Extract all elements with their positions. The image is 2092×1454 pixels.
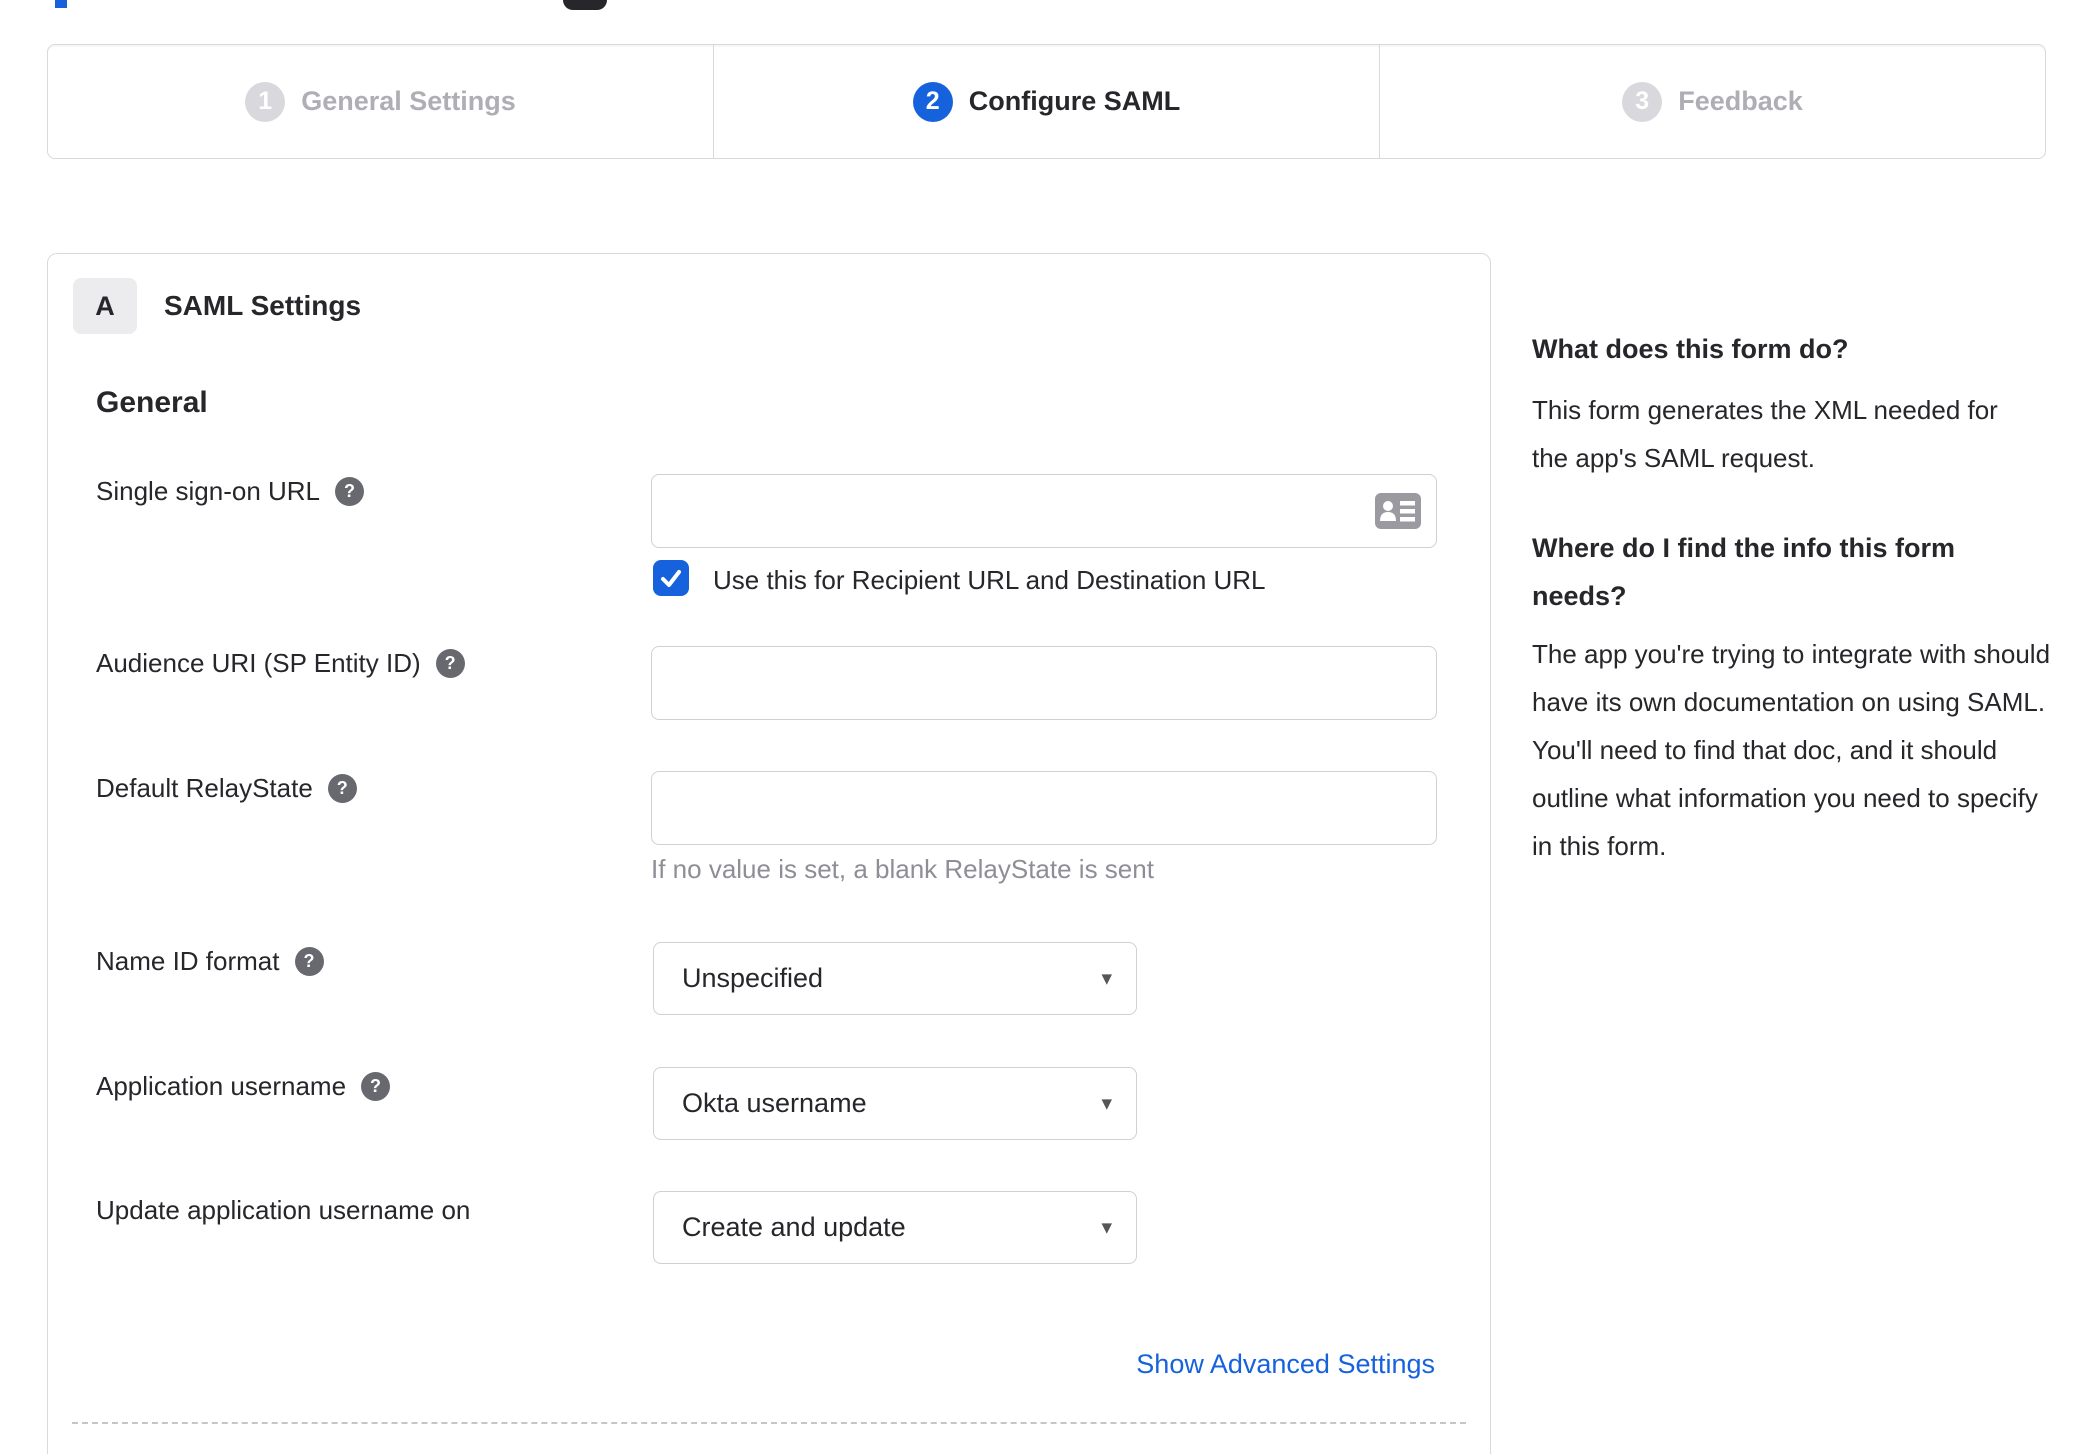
audience-uri-input[interactable] — [651, 646, 1437, 720]
general-heading: General — [96, 386, 208, 419]
sso-url-label-row: Single sign-on URL ? — [96, 476, 365, 507]
step-label: General Settings — [301, 86, 516, 116]
help-icon[interactable]: ? — [435, 649, 465, 678]
audience-uri-label: Audience URI (SP Entity ID) — [96, 648, 421, 678]
step-general-settings[interactable]: 1 General Settings — [48, 45, 713, 158]
relay-state-label-row: Default RelayState ? — [96, 773, 357, 804]
sidebar-body-where: The app you're trying to integrate with … — [1532, 639, 2051, 861]
step-label: Configure SAML — [968, 86, 1181, 116]
app-username-select[interactable]: Okta username ▾ — [653, 1067, 1137, 1140]
cut-off-blue-fragment — [55, 0, 67, 8]
update-app-username-select[interactable]: Create and update ▾ — [653, 1191, 1137, 1264]
section-title: SAML Settings — [164, 290, 362, 321]
step-label: Feedback — [1678, 86, 1803, 116]
checkmark-icon — [661, 570, 681, 587]
step-feedback[interactable]: 3 Feedback — [1379, 45, 2045, 158]
app-username-value: Okta username — [682, 1088, 867, 1118]
update-app-username-value: Create and update — [682, 1212, 906, 1242]
chevron-down-icon: ▾ — [1101, 967, 1112, 990]
cut-off-dark-fragment — [563, 0, 607, 10]
section-a-badge: A — [73, 278, 137, 334]
name-id-format-value: Unspecified — [682, 963, 824, 993]
wizard-stepper: 1 General Settings 2 Configure SAML 3 Fe… — [47, 44, 2046, 159]
update-app-username-label: Update application username on — [96, 1195, 471, 1225]
step-number-badge: 1 — [245, 81, 286, 122]
recipient-url-checkbox[interactable] — [653, 560, 689, 596]
chevron-down-icon: ▾ — [1101, 1092, 1112, 1115]
step-number-badge: 3 — [1622, 81, 1663, 122]
help-icon[interactable]: ? — [361, 1072, 391, 1101]
section-divider — [72, 1422, 1466, 1424]
relay-state-hint: If no value is set, a blank RelayState i… — [651, 854, 1154, 884]
step-configure-saml[interactable]: 2 Configure SAML — [713, 45, 1379, 158]
recipient-url-checkbox-label[interactable]: Use this for Recipient URL and Destinati… — [713, 565, 1266, 596]
chevron-down-icon: ▾ — [1101, 1216, 1112, 1239]
name-id-format-select[interactable]: Unspecified ▾ — [653, 942, 1137, 1015]
relay-state-input[interactable] — [651, 771, 1437, 845]
contact-card-icon[interactable] — [1375, 493, 1421, 529]
sidebar-heading-what: What does this form do? — [1532, 334, 1849, 364]
relay-state-label: Default RelayState — [96, 773, 313, 803]
audience-uri-label-row: Audience URI (SP Entity ID) ? — [96, 648, 465, 679]
help-icon[interactable]: ? — [327, 774, 357, 803]
sidebar-heading-where: Where do I find the info this form needs… — [1532, 533, 1955, 611]
saml-settings-panel: A SAML Settings General Single sign-on U… — [47, 253, 1491, 1454]
update-app-username-label-row: Update application username on — [96, 1195, 470, 1226]
sidebar-body-what: This form generates the XML needed for t… — [1532, 395, 1998, 473]
help-icon[interactable]: ? — [335, 477, 365, 506]
help-icon[interactable]: ? — [294, 947, 324, 976]
step-number-badge: 2 — [912, 81, 953, 122]
app-username-label: Application username — [96, 1071, 347, 1101]
name-id-format-label: Name ID format — [96, 946, 280, 976]
name-id-format-label-row: Name ID format ? — [96, 946, 324, 977]
app-username-label-row: Application username ? — [96, 1071, 391, 1102]
show-advanced-settings-link[interactable]: Show Advanced Settings — [1136, 1349, 1435, 1380]
sso-url-label: Single sign-on URL — [96, 476, 321, 506]
sso-url-input[interactable] — [651, 474, 1437, 548]
